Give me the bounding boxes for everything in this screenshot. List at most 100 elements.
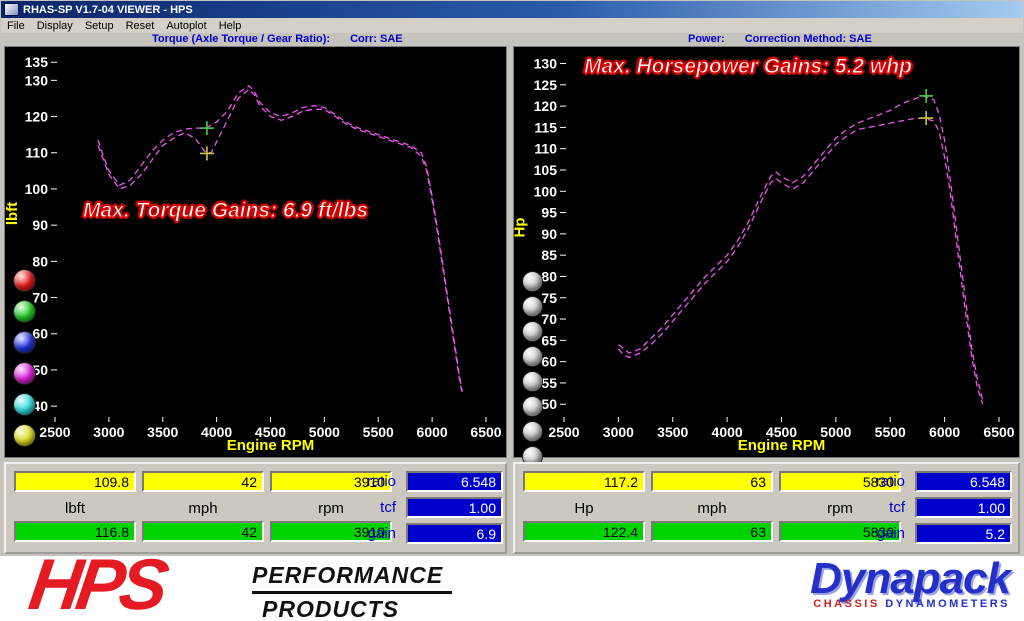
svg-text:100: 100 — [25, 181, 49, 197]
svg-text:2500: 2500 — [548, 424, 579, 440]
power-tcf-value: 1.00 — [915, 497, 1012, 518]
torque-header-label: Torque (Axle Torque / Gear Ratio): — [152, 33, 330, 45]
torque-ratio-label: ratio — [334, 473, 396, 490]
svg-text:5500: 5500 — [363, 424, 394, 440]
power-gains-annotation: Max. Horsepower Gains: 5.2 whp — [584, 55, 912, 79]
trace-grey-button-4[interactable] — [522, 371, 543, 392]
torque-run1-value: 109.8 — [14, 471, 136, 492]
power-readout-panel: 117.2 63 5830 Hp mph rpm 122.4 63 5830 r… — [513, 462, 1020, 554]
svg-text:90: 90 — [32, 217, 48, 233]
svg-text:120: 120 — [534, 98, 558, 114]
products-word: PRODUCTS — [252, 596, 452, 621]
svg-text:90: 90 — [541, 226, 557, 242]
torque-run1-mph: 42 — [142, 471, 264, 492]
torque-gains-annotation: Max. Torque Gains: 6.9 ft/lbs — [83, 199, 368, 223]
menu-item-setup[interactable]: Setup — [79, 20, 120, 32]
torque-ratio-value: 6.548 — [406, 471, 503, 492]
trace-color-button-5[interactable] — [13, 424, 36, 447]
torque-gain-value: 6.9 — [406, 523, 503, 544]
logo-strip: HPS PERFORMANCE PRODUCTS Dynapack CHASSI… — [0, 556, 1024, 621]
svg-text:95: 95 — [541, 205, 557, 221]
power-ratio-value: 6.548 — [915, 471, 1012, 492]
torque-unit-label: lbft — [14, 500, 136, 517]
torque-readout-panel: 109.8 42 3910 lbft mph rpm 116.8 42 3910… — [4, 462, 507, 554]
svg-text:110: 110 — [534, 141, 557, 157]
menu-item-autoplot[interactable]: Autoplot — [160, 20, 212, 32]
hps-performance-text: PERFORMANCE PRODUCTS — [252, 562, 452, 621]
power-run2-mph: 63 — [651, 521, 773, 542]
svg-text:55: 55 — [541, 375, 557, 391]
svg-text:50: 50 — [541, 396, 557, 412]
torque-tcf-value: 1.00 — [406, 497, 503, 518]
svg-text:6000: 6000 — [929, 424, 960, 440]
dynapack-subtitle: CHASSIS DYNAMOMETERS — [810, 598, 1010, 610]
svg-text:60: 60 — [541, 354, 557, 370]
chart-header-strip: Torque (Axle Torque / Gear Ratio):Corr: … — [0, 33, 1024, 46]
svg-text:3500: 3500 — [657, 424, 688, 440]
svg-text:130: 130 — [534, 56, 558, 72]
torque-run2-mph: 42 — [142, 521, 264, 542]
trace-color-button-2[interactable] — [13, 331, 36, 354]
trace-color-button-column — [13, 269, 36, 455]
dynapack-logo: Dynapack CHASSIS DYNAMOMETERS — [810, 554, 1010, 610]
torque-gain-label: gain — [334, 525, 396, 542]
trace-color-button-1[interactable] — [13, 300, 36, 323]
trace-grey-button-1[interactable] — [522, 296, 543, 317]
svg-text:80: 80 — [32, 253, 48, 269]
trace-grey-button-column — [522, 271, 543, 471]
power-tcf-label: tcf — [843, 499, 905, 516]
torque-run2-value: 116.8 — [14, 521, 136, 542]
power-correction-label: Correction Method: SAE — [745, 33, 872, 45]
svg-text:3500: 3500 — [147, 424, 178, 440]
svg-text:105: 105 — [534, 162, 558, 178]
performance-rule — [252, 591, 452, 594]
svg-text:100: 100 — [534, 183, 558, 199]
svg-text:130: 130 — [25, 72, 49, 88]
menu-item-help[interactable]: Help — [213, 20, 248, 32]
chassis-word: CHASSIS — [813, 598, 879, 610]
menu-item-display[interactable]: Display — [31, 20, 79, 32]
power-chart: 5055606570758085909510010511011512012513… — [514, 47, 1019, 457]
power-gain-value: 5.2 — [915, 523, 1012, 544]
svg-text:125: 125 — [534, 77, 558, 93]
power-run1-mph: 63 — [651, 471, 773, 492]
menu-bar: FileDisplaySetupResetAutoplotHelp — [1, 18, 1023, 33]
svg-text:75: 75 — [541, 290, 557, 306]
power-chart-panel: 5055606570758085909510010511011512012513… — [513, 46, 1020, 458]
svg-text:3000: 3000 — [93, 424, 124, 440]
trace-grey-button-0[interactable] — [522, 271, 543, 292]
svg-text:6000: 6000 — [417, 424, 448, 440]
app-icon — [4, 3, 19, 16]
trace-color-button-4[interactable] — [13, 393, 36, 416]
svg-text:6500: 6500 — [470, 424, 501, 440]
trace-grey-button-2[interactable] — [522, 321, 543, 342]
torque-mph-label: mph — [142, 500, 264, 517]
svg-text:Engine RPM: Engine RPM — [227, 437, 315, 454]
trace-grey-button-3[interactable] — [522, 346, 543, 367]
svg-text:5500: 5500 — [875, 424, 906, 440]
svg-text:70: 70 — [541, 311, 557, 327]
torque-tcf-label: tcf — [334, 499, 396, 516]
menu-item-file[interactable]: File — [1, 20, 31, 32]
chart-svg: 4050607080901001101201301352500300035004… — [5, 47, 506, 457]
power-header-label: Power: — [688, 33, 725, 45]
power-run1-value: 117.2 — [523, 471, 645, 492]
trace-color-button-3[interactable] — [13, 362, 36, 385]
dynamometers-word: DYNAMOMETERS — [885, 598, 1010, 610]
trace-color-button-0[interactable] — [13, 269, 36, 292]
dynapack-word: Dynapack — [810, 554, 1010, 604]
power-gain-label: gain — [843, 525, 905, 542]
svg-text:85: 85 — [541, 247, 557, 263]
svg-text:Engine RPM: Engine RPM — [738, 437, 826, 454]
app-window: RHAS-SP V1.7-04 VIEWER - HPS FileDisplay… — [0, 0, 1024, 621]
svg-text:115: 115 — [534, 119, 557, 135]
title-bar[interactable]: RHAS-SP V1.7-04 VIEWER - HPS — [1, 1, 1023, 18]
menu-item-reset[interactable]: Reset — [120, 20, 161, 32]
trace-grey-button-5[interactable] — [522, 396, 543, 417]
torque-chart: 4050607080901001101201301352500300035004… — [5, 47, 506, 457]
power-mph-label: mph — [651, 500, 773, 517]
svg-text:135: 135 — [25, 54, 49, 70]
power-unit-label: Hp — [523, 500, 645, 517]
torque-chart-panel: 4050607080901001101201301352500300035004… — [4, 46, 507, 458]
trace-grey-button-6[interactable] — [522, 421, 543, 442]
